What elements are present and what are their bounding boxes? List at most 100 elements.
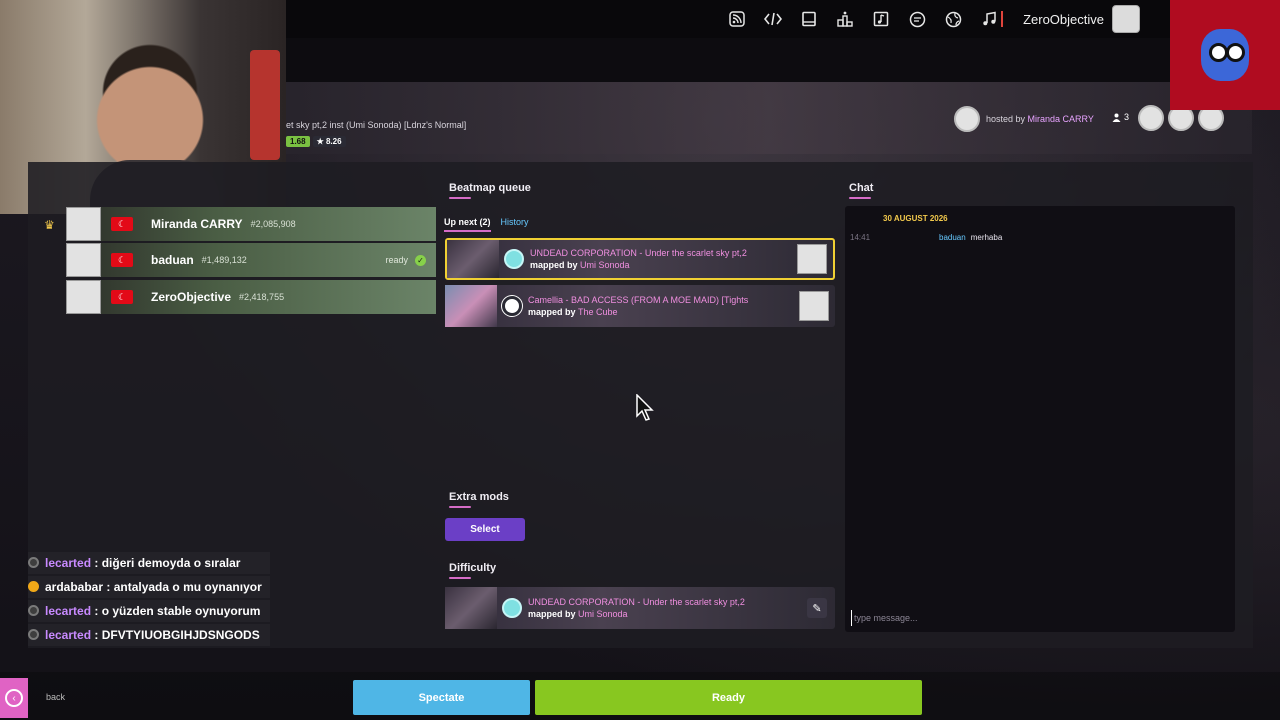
queue-item[interactable]: UNDEAD CORPORATION - Under the scarlet s…	[445, 238, 835, 280]
ranking-icon[interactable]	[834, 8, 856, 30]
beatmap-mapper: mapped by Umi Sonoda	[528, 608, 807, 620]
stream-chat-message: lecarted : DFVTYIUOBGIHJDSNGODS	[28, 624, 270, 646]
chat-text: merhaba	[970, 233, 1003, 242]
player-name[interactable]: baduan	[151, 253, 194, 267]
edit-icon[interactable]: ✎	[807, 598, 827, 618]
host-crown-icon: ♛	[44, 218, 55, 232]
spectate-button[interactable]: Spectate	[353, 680, 530, 715]
microphone-image	[250, 50, 280, 160]
globe-icon[interactable]	[942, 8, 964, 30]
ruleset-icon	[502, 296, 522, 316]
mapper-prefix: mapped by	[530, 260, 581, 270]
player-row[interactable]: ☾ Miranda CARRY #2,085,908	[66, 207, 436, 241]
stream-chat-user: lecarted	[45, 604, 92, 618]
room-beatmap-label: et sky pt,2 inst (Umi Sonoda) [Ldnz's No…	[286, 120, 467, 130]
stream-chat-overlay: lecarted : diğeri demoyda o sıralar arda…	[28, 552, 270, 648]
player-avatar[interactable]	[66, 280, 101, 314]
difficulty-item[interactable]: UNDEAD CORPORATION - Under the scarlet s…	[445, 587, 835, 629]
player-rank: #2,418,755	[239, 292, 285, 302]
room-header: et sky pt,2 inst (Umi Sonoda) [Ldnz's No…	[286, 82, 1252, 154]
player-rank: #1,489,132	[201, 255, 247, 265]
participant-avatar[interactable]	[1138, 105, 1164, 131]
beatmap-thumbnail	[447, 240, 499, 278]
host-name[interactable]: Miranda CARRY	[1028, 114, 1094, 124]
book-icon[interactable]	[798, 8, 820, 30]
beatmap-icon[interactable]	[870, 8, 892, 30]
stream-chat-text: : DFVTYIUOBGIHJDSNGODS	[94, 628, 260, 642]
beatmap-mapper: mapped by Umi Sonoda	[530, 259, 797, 271]
host-text: hosted by Miranda CARRY	[986, 114, 1094, 124]
host-avatar[interactable]	[954, 106, 980, 132]
chat-message: 14:41 baduan merhaba	[850, 233, 1002, 242]
mouse-cursor-icon	[636, 394, 654, 421]
beatmap-queue-title: Beatmap queue	[449, 182, 531, 199]
mapper-name[interactable]: Umi Sonoda	[580, 260, 630, 270]
rss-icon[interactable]	[726, 8, 748, 30]
player-rank: #2,085,908	[250, 219, 296, 229]
back-button[interactable]: ‹	[0, 678, 28, 718]
room-host: hosted by Miranda CARRY	[954, 106, 1094, 132]
queue-tabs: Up next (2) History	[444, 217, 529, 232]
chat-input[interactable]	[851, 610, 1229, 626]
ready-check-icon: ✓	[415, 254, 426, 266]
channel-logo	[1170, 0, 1280, 110]
chat-icon[interactable]	[906, 8, 928, 30]
mapper-prefix: mapped by	[528, 307, 579, 317]
turkey-flag-icon: ☾	[111, 253, 133, 267]
difficulty-title: Difficulty	[449, 562, 497, 579]
turkey-flag-icon: ☾	[111, 217, 133, 231]
mapper-name[interactable]: The Cube	[578, 307, 618, 317]
player-row[interactable]: ☾ baduan #1,489,132 ready ✓	[66, 243, 436, 277]
music-icon[interactable]	[978, 8, 1000, 30]
player-avatar[interactable]	[66, 207, 101, 241]
chat-badge-icon	[28, 605, 39, 616]
chat-time: 14:41	[850, 233, 871, 242]
star-badge: ★ 8.26	[312, 136, 346, 147]
code-icon[interactable]	[762, 8, 784, 30]
stream-chat-text: : antalyada o mu oynanıyor	[106, 580, 262, 594]
queue-owner-avatar[interactable]	[797, 244, 827, 274]
stream-chat-user: ardababar	[45, 580, 104, 594]
ruleset-icon	[504, 249, 524, 269]
turkey-flag-icon: ☾	[111, 290, 133, 304]
chat-badge-icon	[28, 581, 39, 592]
mascot-icon	[1201, 29, 1249, 81]
user-avatar[interactable]	[1112, 5, 1140, 33]
stream-chat-text: : o yüzden stable oynuyorum	[94, 604, 261, 618]
beatmap-title: Camellia - BAD ACCESS (FROM A MOE MAID) …	[528, 295, 749, 305]
player-avatar[interactable]	[66, 243, 101, 277]
beatmap-title: UNDEAD CORPORATION - Under the scarlet s…	[528, 597, 745, 607]
chat-title: Chat	[849, 182, 874, 199]
player-name[interactable]: ZeroObjective	[151, 290, 231, 304]
queue-item[interactable]: Camellia - BAD ACCESS (FROM A MOE MAID) …	[445, 285, 835, 327]
beatmap-title: UNDEAD CORPORATION - Under the scarlet s…	[530, 248, 747, 258]
stream-chat-text: : diğeri demoyda o sıralar	[94, 556, 241, 570]
back-label: back	[46, 692, 66, 702]
beatmap-thumbnail	[445, 285, 497, 327]
mapper-prefix: mapped by	[528, 609, 579, 619]
stream-chat-message: lecarted : o yüzden stable oynuyorum	[28, 600, 270, 622]
beatmap-mapper: mapped by The Cube	[528, 306, 799, 318]
mapper-name[interactable]: Umi Sonoda	[578, 609, 628, 619]
host-prefix: hosted by	[986, 114, 1028, 124]
toolbar-username[interactable]: ZeroObjective	[1023, 12, 1104, 27]
chat-panel: 30 AUGUST 2026 14:41 baduan merhaba	[845, 206, 1235, 632]
stream-chat-message: ardababar : antalyada o mu oynanıyor	[28, 576, 270, 598]
queue-owner-avatar[interactable]	[799, 291, 829, 321]
chevron-left-icon: ‹	[5, 689, 23, 707]
select-mods-button[interactable]: Select	[445, 518, 525, 541]
tab-up-next[interactable]: Up next (2)	[444, 217, 491, 232]
chat-date: 30 AUGUST 2026	[883, 214, 948, 223]
stream-chat-user: lecarted	[45, 556, 92, 570]
stream-chat-message: lecarted : diğeri demoyda o sıralar	[28, 552, 270, 574]
player-ready-status: ready	[385, 255, 408, 265]
star-rating-badge: 1.68	[286, 136, 310, 147]
tab-history[interactable]: History	[501, 217, 529, 232]
toolbar-separator	[1001, 11, 1004, 27]
player-name[interactable]: Miranda CARRY	[151, 217, 243, 231]
room-badges: 1.68 ★ 8.26	[286, 136, 346, 147]
chat-user[interactable]: baduan	[939, 233, 966, 242]
player-row[interactable]: ☾ ZeroObjective #2,418,755	[66, 280, 436, 314]
user-icon	[1112, 113, 1121, 122]
ready-button[interactable]: Ready	[535, 680, 922, 715]
